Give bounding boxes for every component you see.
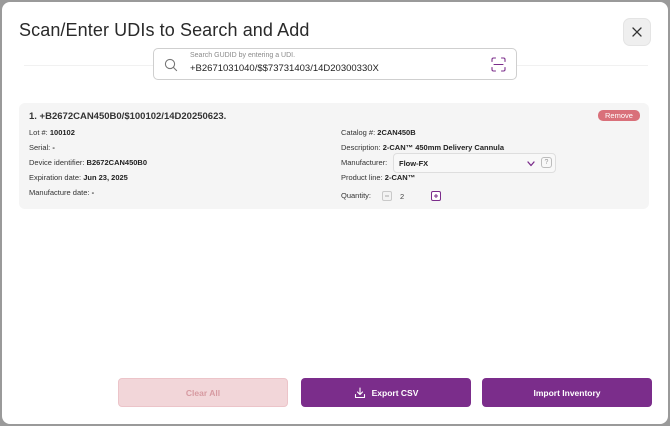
minus-icon: [385, 195, 389, 197]
manufacture-date-value: -: [91, 188, 95, 197]
manufacturer-select[interactable]: Flow-FX ?: [393, 153, 556, 173]
search-input[interactable]: [190, 63, 480, 74]
serial-field: Serial: -: [29, 143, 55, 152]
manufacturer-value: Flow-FX: [399, 159, 429, 168]
quantity-value[interactable]: 2: [400, 192, 404, 201]
description-label: Description:: [341, 143, 381, 152]
import-inventory-button[interactable]: Import Inventory: [482, 378, 652, 407]
device-identifier-value: B2672CAN450B0: [86, 158, 147, 167]
close-icon: [632, 27, 642, 37]
scan-udi-modal: Scan/Enter UDIs to Search and Add Search…: [2, 2, 668, 424]
item-heading: 1. +B2672CAN450B0/$100102/14D20250623.: [29, 111, 227, 122]
search-placeholder: Search GUDID by entering a UDI.: [190, 52, 296, 59]
export-csv-button[interactable]: Export CSV: [301, 378, 471, 407]
remove-button[interactable]: Remove: [598, 110, 640, 121]
description-field: Description: 2-CAN™ 450mm Delivery Cannu…: [341, 143, 504, 152]
product-line-value: 2-CAN™: [384, 173, 416, 182]
description-value: 2-CAN™ 450mm Delivery Cannula: [382, 143, 504, 152]
manufacture-date-label: Manufacture date:: [29, 188, 90, 197]
barcode-scan-icon[interactable]: [491, 57, 506, 72]
device-identifier-label: Device identifier:: [29, 158, 85, 167]
serial-value: -: [52, 143, 55, 152]
chevron-down-icon: [527, 161, 535, 167]
product-line-field: Product line: 2-CAN™: [341, 173, 415, 182]
catalog-field: Catalog #: 2CAN450B: [341, 128, 416, 137]
quantity-field: Quantity:: [341, 191, 371, 200]
lot-label: Lot #:: [29, 128, 48, 137]
export-csv-label: Export CSV: [371, 387, 419, 398]
catalog-label: Catalog #:: [341, 128, 376, 137]
download-icon: [354, 386, 365, 398]
product-line-label: Product line:: [341, 173, 383, 182]
serial-label: Serial:: [29, 143, 51, 152]
expiration-date-value: Jun 23, 2025: [83, 173, 128, 182]
catalog-value: 2CAN450B: [377, 128, 416, 137]
lot-value: 100102: [49, 128, 75, 137]
udi-result-card: 1. +B2672CAN450B0/$100102/14D20250623. R…: [19, 103, 649, 209]
close-button[interactable]: [623, 18, 651, 46]
help-icon[interactable]: ?: [541, 157, 552, 168]
clear-all-button[interactable]: Clear All: [118, 378, 288, 407]
device-identifier-field: Device identifier: B2672CAN450B0: [29, 158, 147, 167]
quantity-increase-button[interactable]: [431, 191, 441, 201]
manufacturer-label: Manufacturer:: [341, 158, 388, 167]
manufacturer-field-label: Manufacturer:: [341, 158, 387, 167]
quantity-decrease-button[interactable]: [382, 191, 392, 201]
udi-search-field[interactable]: Search GUDID by entering a UDI.: [153, 48, 517, 80]
modal-title: Scan/Enter UDIs to Search and Add: [19, 20, 310, 40]
manufacture-date-field: Manufacture date: -: [29, 188, 94, 197]
search-icon: [164, 58, 178, 72]
expiration-date-label: Expiration date:: [29, 173, 82, 182]
plus-icon: [434, 194, 438, 198]
quantity-label: Quantity:: [341, 191, 372, 200]
clear-all-label: Clear All: [185, 387, 221, 398]
expiration-date-field: Expiration date: Jun 23, 2025: [29, 173, 128, 182]
lot-field: Lot #: 100102: [29, 128, 75, 137]
import-inventory-label: Import Inventory: [533, 387, 601, 398]
